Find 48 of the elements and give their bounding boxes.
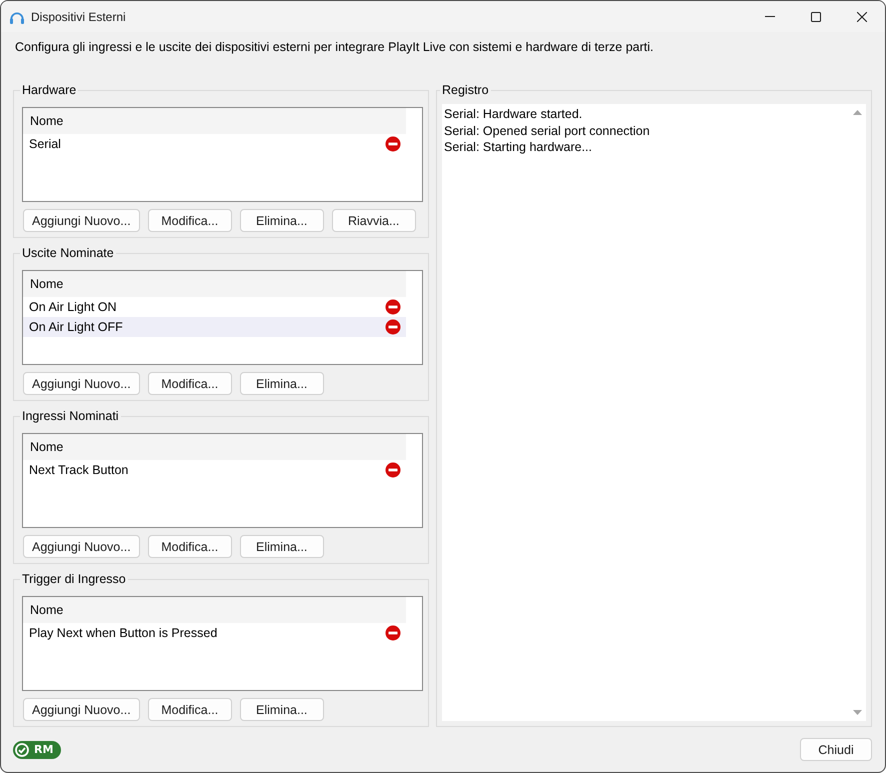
column-header: Nome [23, 271, 406, 297]
action-button[interactable]: Riavvia... [332, 209, 416, 232]
row-name: Play Next when Button is Pressed [29, 626, 218, 640]
minus-circle-icon[interactable] [385, 625, 401, 641]
action-button[interactable]: Elimina... [240, 209, 324, 232]
action-button[interactable]: Modifica... [148, 698, 232, 721]
group-title: Trigger di Ingresso [21, 572, 127, 587]
action-button[interactable]: Elimina... [240, 372, 324, 395]
minimize-icon [765, 16, 775, 17]
window-title: Dispositivi Esterni [31, 10, 126, 24]
column-header: Nome [23, 108, 406, 134]
list-row[interactable]: Next Track Button [23, 460, 406, 480]
row-name: Serial [29, 137, 61, 151]
maximize-icon [811, 12, 821, 22]
list-row[interactable]: On Air Light OFF [23, 317, 406, 337]
log-line: Serial: Starting hardware... [444, 139, 593, 156]
action-button[interactable]: Aggiungi Nuovo... [23, 372, 140, 395]
log-line: Serial: Hardware started. [444, 106, 584, 122]
list-row[interactable]: On Air Light ON [23, 297, 406, 317]
minus-circle-icon[interactable] [385, 299, 401, 315]
action-button[interactable]: Modifica... [148, 535, 232, 558]
column-header: Nome [23, 597, 406, 623]
list-row[interactable]: Play Next when Button is Pressed [23, 623, 406, 643]
action-button[interactable]: Aggiungi Nuovo... [23, 698, 140, 721]
minus-circle-icon[interactable] [385, 319, 401, 335]
action-button[interactable]: Aggiungi Nuovo... [23, 535, 140, 558]
log-line: Serial: Opened serial port connection [444, 122, 651, 139]
row-name: Next Track Button [29, 463, 128, 477]
description-text: Configura gli ingressi e le uscite dei dispositivi esterni per integrare PlayIt Live con sistemi e hardware di terze parti. [15, 39, 654, 55]
group-title: Registro [441, 83, 490, 98]
action-button[interactable]: Modifica... [148, 209, 232, 232]
group-title: Hardware [21, 83, 78, 98]
group-title: Ingressi Nominati [21, 409, 120, 424]
check-circle-icon [15, 742, 29, 756]
minus-circle-icon[interactable] [385, 462, 401, 478]
action-button[interactable]: Aggiungi Nuovo... [23, 209, 140, 232]
row-name: On Air Light OFF [29, 320, 123, 334]
action-button[interactable]: Elimina... [240, 535, 324, 558]
list-row[interactable]: Serial [23, 134, 406, 154]
close-dialog-button[interactable]: Chiudi [800, 738, 872, 761]
group-title: Uscite Nominate [21, 246, 115, 261]
close-icon [857, 12, 867, 22]
minus-circle-icon[interactable] [385, 136, 401, 152]
row-name: On Air Light ON [29, 300, 117, 314]
action-button[interactable]: Modifica... [148, 372, 232, 395]
column-header: Nome [23, 434, 406, 460]
action-button[interactable]: Elimina... [240, 698, 324, 721]
status-label: RM [34, 742, 54, 756]
